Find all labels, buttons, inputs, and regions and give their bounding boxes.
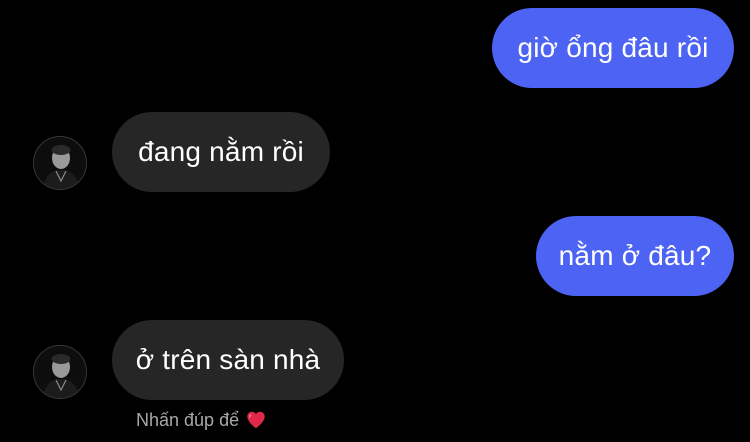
heart-icon[interactable] bbox=[245, 409, 267, 431]
avatar[interactable] bbox=[33, 136, 87, 190]
message-bubble-incoming[interactable]: ở trên sàn nhà bbox=[112, 320, 344, 400]
message-bubble-outgoing[interactable]: giờ ổng đâu rồi bbox=[492, 8, 734, 88]
profile-avatar-icon bbox=[34, 137, 86, 189]
message-bubble-incoming[interactable]: đang nằm rồi bbox=[112, 112, 330, 192]
message-bubble-outgoing[interactable]: nằm ở đâu? bbox=[536, 216, 734, 296]
avatar[interactable] bbox=[33, 345, 87, 399]
double-tap-hint: Nhấn đúp để bbox=[136, 406, 267, 434]
message-text: giờ ổng đâu rồi bbox=[517, 32, 709, 63]
message-text: nằm ở đâu? bbox=[558, 240, 712, 271]
profile-avatar-icon bbox=[34, 346, 86, 398]
message-text: ở trên sàn nhà bbox=[135, 344, 321, 375]
hint-text: Nhấn đúp để bbox=[136, 409, 240, 430]
message-text: đang nằm rồi bbox=[138, 136, 304, 167]
